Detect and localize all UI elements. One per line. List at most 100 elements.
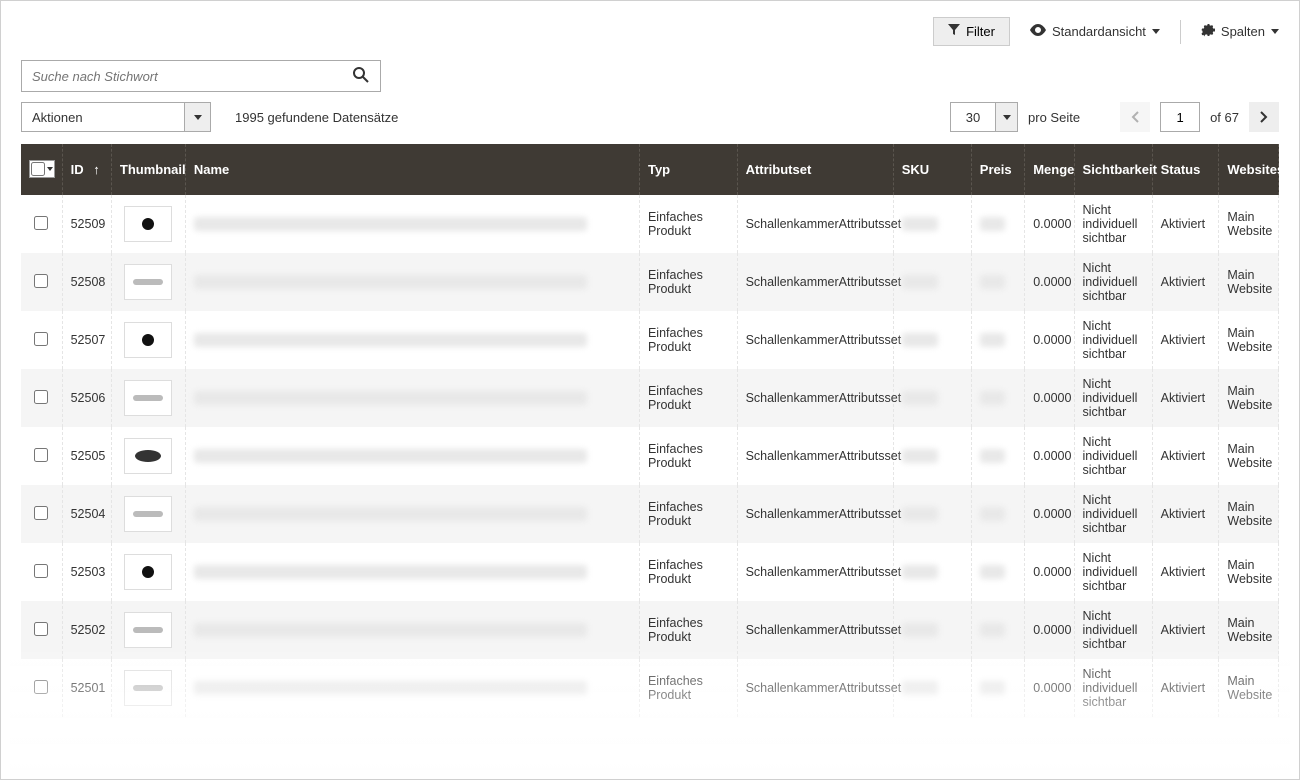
- cell-visibility: Nicht individuell sichtbar: [1074, 195, 1152, 253]
- cell-name: [185, 253, 639, 311]
- thumbnail-image: [124, 670, 172, 706]
- header-type[interactable]: Typ: [639, 144, 737, 195]
- header-websites[interactable]: Websites: [1219, 144, 1279, 195]
- cell-qty: 0.0000: [1025, 543, 1074, 601]
- thumbnail-image: [124, 612, 172, 648]
- header-price[interactable]: Preis: [971, 144, 1024, 195]
- thumbnail-image: [124, 438, 172, 474]
- cell-sku: [893, 601, 971, 659]
- table-row[interactable]: 52504 Einfaches Produkt SchallenkammerAt…: [21, 485, 1279, 543]
- header-visibility[interactable]: Sichtbarkeit: [1074, 144, 1152, 195]
- cell-status: Aktiviert: [1152, 311, 1219, 369]
- select-all-checkbox[interactable]: [31, 162, 45, 176]
- cell-type: Einfaches Produkt: [639, 253, 737, 311]
- cell-qty: 0.0000: [1025, 253, 1074, 311]
- cell-visibility: Nicht individuell sichtbar: [1074, 543, 1152, 601]
- header-id[interactable]: ID ↑: [62, 144, 111, 195]
- search-row: [11, 60, 1289, 92]
- row-select-cell: [21, 543, 62, 601]
- table-row[interactable]: 52501 Einfaches Produkt SchallenkammerAt…: [21, 659, 1279, 717]
- header-status[interactable]: Status: [1152, 144, 1219, 195]
- filter-label: Filter: [966, 24, 995, 39]
- chevron-left-icon: [1131, 111, 1139, 123]
- per-page-label: pro Seite: [1028, 110, 1080, 125]
- cell-websites: Main Website: [1219, 485, 1279, 543]
- table-row[interactable]: 52506 Einfaches Produkt SchallenkammerAt…: [21, 369, 1279, 427]
- cell-status: Aktiviert: [1152, 485, 1219, 543]
- table-row[interactable]: 52507 Einfaches Produkt SchallenkammerAt…: [21, 311, 1279, 369]
- header-thumbnail[interactable]: Thumbnail: [111, 144, 185, 195]
- page-total-label: of 67: [1210, 110, 1239, 125]
- row-checkbox[interactable]: [34, 274, 48, 288]
- cell-price: [971, 543, 1024, 601]
- page-input[interactable]: [1160, 102, 1200, 132]
- header-qty[interactable]: Menge: [1025, 144, 1074, 195]
- search-box: [21, 60, 381, 92]
- row-checkbox[interactable]: [34, 564, 48, 578]
- cell-id: 52505: [62, 427, 111, 485]
- row-select-cell: [21, 601, 62, 659]
- cell-qty: 0.0000: [1025, 485, 1074, 543]
- actions-dropdown[interactable]: Aktionen: [21, 102, 211, 132]
- table-row[interactable]: 52508 Einfaches Produkt SchallenkammerAt…: [21, 253, 1279, 311]
- cell-sku: [893, 369, 971, 427]
- cell-qty: 0.0000: [1025, 369, 1074, 427]
- row-checkbox[interactable]: [34, 390, 48, 404]
- row-checkbox[interactable]: [34, 622, 48, 636]
- cell-thumbnail: [111, 485, 185, 543]
- cell-type: Einfaches Produkt: [639, 369, 737, 427]
- cell-sku: [893, 253, 971, 311]
- cell-thumbnail: [111, 543, 185, 601]
- search-input[interactable]: [32, 69, 352, 84]
- cell-attributeset: SchallenkammerAttributsset: [737, 195, 893, 253]
- header-select-all[interactable]: [21, 144, 62, 195]
- row-checkbox[interactable]: [34, 332, 48, 346]
- default-view-dropdown[interactable]: Standardansicht: [1030, 24, 1160, 39]
- sort-asc-icon: ↑: [93, 162, 100, 177]
- row-checkbox[interactable]: [34, 680, 48, 694]
- row-select-cell: [21, 195, 62, 253]
- prev-page-button[interactable]: [1120, 102, 1150, 132]
- cell-websites: Main Website: [1219, 601, 1279, 659]
- next-page-button[interactable]: [1249, 102, 1279, 132]
- caret-down-icon: [995, 103, 1017, 131]
- page-size-select[interactable]: 30: [950, 102, 1018, 132]
- table-row[interactable]: 52502 Einfaches Produkt SchallenkammerAt…: [21, 601, 1279, 659]
- filter-button[interactable]: Filter: [933, 17, 1010, 46]
- row-checkbox[interactable]: [34, 506, 48, 520]
- cell-thumbnail: [111, 601, 185, 659]
- cell-thumbnail: [111, 369, 185, 427]
- columns-dropdown[interactable]: Spalten: [1201, 23, 1279, 40]
- header-name[interactable]: Name: [185, 144, 639, 195]
- cell-visibility: Nicht individuell sichtbar: [1074, 659, 1152, 717]
- table-row[interactable]: 52503 Einfaches Produkt SchallenkammerAt…: [21, 543, 1279, 601]
- header-sku[interactable]: SKU: [893, 144, 971, 195]
- header-attributeset[interactable]: Attributset: [737, 144, 893, 195]
- table-row[interactable]: 52509 Einfaches Produkt SchallenkammerAt…: [21, 195, 1279, 253]
- caret-down-icon: [1271, 29, 1279, 34]
- cell-sku: [893, 195, 971, 253]
- cell-name: [185, 311, 639, 369]
- cell-websites: Main Website: [1219, 369, 1279, 427]
- right-controls: 30 pro Seite of 67: [950, 102, 1279, 132]
- table-row[interactable]: 52505 Einfaches Produkt SchallenkammerAt…: [21, 427, 1279, 485]
- search-icon[interactable]: [352, 66, 370, 87]
- row-checkbox[interactable]: [34, 216, 48, 230]
- cell-type: Einfaches Produkt: [639, 427, 737, 485]
- cell-name: [185, 659, 639, 717]
- cell-attributeset: SchallenkammerAttributsset: [737, 369, 893, 427]
- thumbnail-image: [124, 380, 172, 416]
- row-checkbox[interactable]: [34, 448, 48, 462]
- product-grid: ID ↑ Thumbnail Name Typ Attributset SKU …: [21, 144, 1279, 717]
- row-select-cell: [21, 369, 62, 427]
- cell-websites: Main Website: [1219, 427, 1279, 485]
- cell-attributeset: SchallenkammerAttributsset: [737, 659, 893, 717]
- cell-websites: Main Website: [1219, 195, 1279, 253]
- cell-visibility: Nicht individuell sichtbar: [1074, 485, 1152, 543]
- cell-type: Einfaches Produkt: [639, 659, 737, 717]
- cell-attributeset: SchallenkammerAttributsset: [737, 485, 893, 543]
- cell-status: Aktiviert: [1152, 601, 1219, 659]
- cell-name: [185, 485, 639, 543]
- cell-visibility: Nicht individuell sichtbar: [1074, 601, 1152, 659]
- cell-thumbnail: [111, 253, 185, 311]
